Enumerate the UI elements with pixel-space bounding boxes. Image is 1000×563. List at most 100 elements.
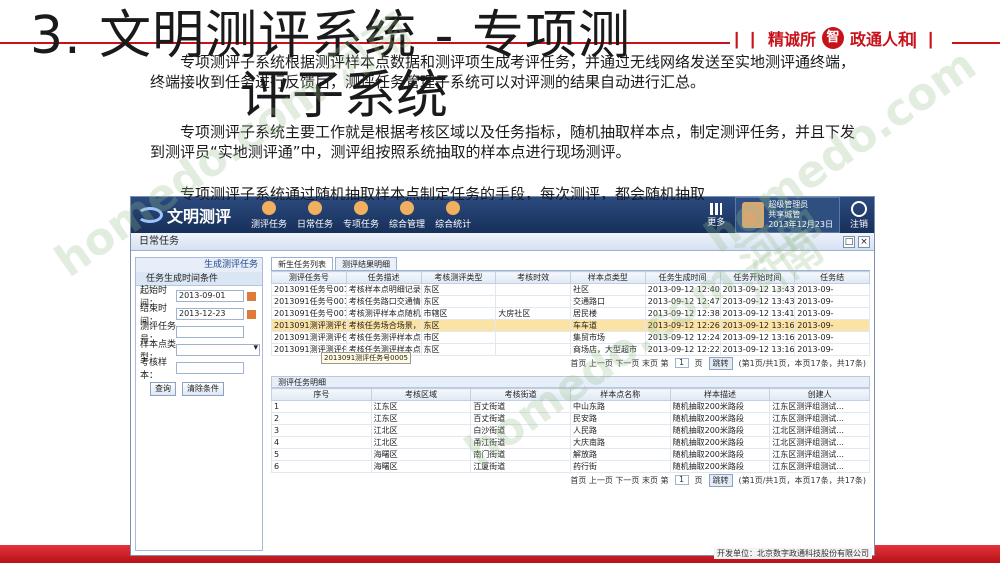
pager-links[interactable]: 首页 上一页 下一页 末页 第 bbox=[570, 358, 668, 369]
table-cell: 大庆南路 bbox=[569, 436, 671, 449]
tab-new-tasks[interactable]: 新生任务列表 bbox=[271, 257, 333, 270]
table-cell: 南门街道 bbox=[470, 448, 571, 461]
tab-results[interactable]: 测评结果明细 bbox=[335, 257, 397, 270]
table-cell: 东区 bbox=[420, 295, 497, 308]
table-cell: 随机抽取200米路段 bbox=[669, 400, 771, 413]
table-cell: 百丈街道 bbox=[470, 400, 571, 413]
logout-button[interactable]: 注销 bbox=[849, 200, 868, 230]
table-cell: 2013-09-12 13:41:10 bbox=[719, 307, 796, 320]
sample-name-field[interactable] bbox=[176, 362, 244, 374]
column-header[interactable]: 样本点类型 bbox=[570, 271, 646, 284]
table-cell bbox=[495, 319, 571, 332]
table-cell: 集贸市场 bbox=[570, 331, 646, 344]
column-header[interactable]: 考核区域 bbox=[370, 388, 472, 401]
go-button[interactable]: 跳转 bbox=[708, 356, 733, 370]
maximize-icon[interactable]: □ bbox=[843, 236, 855, 248]
table-cell: 考核任务测评样本点，每个样本 bbox=[345, 331, 422, 344]
table-cell bbox=[495, 331, 571, 344]
table-cell: 2013-09- bbox=[794, 319, 870, 332]
end-date-field[interactable]: 2013-12-23 bbox=[176, 308, 244, 320]
nav-item-1[interactable]: 日常任务 bbox=[297, 200, 333, 230]
name-row: 考核样本： bbox=[136, 358, 262, 381]
nav-item-4[interactable]: 综合统计 bbox=[435, 200, 471, 230]
table-cell: 民安路 bbox=[569, 412, 671, 425]
person-icon bbox=[308, 200, 323, 215]
table-row[interactable]: 2 江东区 百丈街道 民安路 随机抽取200米路段 江东区测评组测试... bbox=[271, 412, 870, 425]
table-cell: 2013-09-12 13:16:12 bbox=[719, 331, 796, 344]
nav-label: 专项任务 bbox=[343, 219, 380, 230]
page-input[interactable]: 1 bbox=[674, 475, 689, 485]
column-header[interactable]: 样本描述 bbox=[669, 388, 771, 401]
table-cell: 2013091任务号0018 bbox=[271, 283, 347, 296]
page-input[interactable]: 1 bbox=[674, 358, 689, 368]
clear-button[interactable]: 清除条件 bbox=[182, 382, 224, 396]
column-header[interactable]: 考核时效 bbox=[495, 271, 571, 284]
slide-title: 3. 文明测评系统 - 专项测 bbox=[30, 6, 631, 66]
table-cell: 随机抽取200米路段 bbox=[669, 412, 771, 425]
start-date-field[interactable]: 2013-09-01 bbox=[176, 290, 244, 302]
page-suffix: 页 bbox=[694, 358, 703, 368]
table-row[interactable]: 2013091任务号0018 考核样本点明细记录 东区 社区 2013-09-12 12… bbox=[271, 283, 870, 296]
table-cell: 2013-09-12 12:22:20 bbox=[644, 343, 721, 356]
table-cell: 2013-09- bbox=[794, 283, 870, 296]
table-cell: 社区 bbox=[570, 283, 646, 296]
sample-type-select[interactable] bbox=[176, 343, 260, 356]
table-cell: 江北区 bbox=[370, 436, 472, 449]
table-row[interactable]: 4 江北区 甬江街道 大庆南路 随机抽取200米路段 江北区测评组测试... bbox=[271, 436, 870, 449]
pager-links[interactable]: 首页 上一页 下一页 末页 第 bbox=[570, 475, 668, 486]
column-header[interactable]: 创建人 bbox=[769, 388, 870, 401]
table-row[interactable]: 2013091任务号0014考核测评样本点随机抽取市辖区大房社区居民楼2013-… bbox=[271, 307, 870, 320]
close-icon[interactable]: × bbox=[858, 236, 870, 248]
table-cell: 市辖区 bbox=[420, 307, 497, 320]
table-row[interactable]: 2013091测评测评任考核任务场合场景，每个样本点东区车车道2013-09-1… bbox=[271, 319, 870, 332]
table-cell: 江北区 bbox=[370, 424, 472, 437]
table-row[interactable]: 3 江北区 白沙街道 人民路 随机抽取200米路段 江北区测评组测试... bbox=[271, 424, 870, 437]
query-button[interactable]: 查询 bbox=[150, 382, 176, 396]
column-header[interactable]: 序号 bbox=[271, 388, 372, 401]
column-header[interactable]: 任务开始时间 bbox=[719, 271, 796, 284]
app-logo: 文明测评 bbox=[137, 203, 237, 227]
table-cell: 2013-09-12 13:16:12 bbox=[719, 319, 796, 332]
nav-item-2[interactable]: 专项任务 bbox=[343, 200, 380, 230]
nav-item-0[interactable]: 测评任务 bbox=[251, 200, 288, 230]
column-header[interactable]: 任务生成时间 bbox=[644, 271, 721, 284]
column-header[interactable]: 测评任务号 bbox=[271, 271, 347, 284]
slide: 3. 文明测评系统 - 专项测 评子系统 ⎸⎸精诚所 智 政通人和⎸⎸ 专项测评… bbox=[0, 0, 1000, 563]
logout-label: 注销 bbox=[849, 219, 868, 230]
nav-item-3[interactable]: 综合管理 bbox=[389, 200, 425, 230]
calendar-icon[interactable] bbox=[247, 291, 256, 301]
table-cell: 随机抽取200米路段 bbox=[669, 436, 771, 449]
person-icon bbox=[354, 200, 369, 215]
task-no-field[interactable] bbox=[176, 326, 244, 338]
table-cell: 东区 bbox=[420, 283, 497, 296]
footer-credit: 开发单位：北京数字政通科技股份有限公司 bbox=[714, 548, 872, 559]
table-cell: 2013-09- bbox=[794, 331, 870, 344]
table-row[interactable]: 2013091测评测评任考核任务测评样本点，每个样本市区集贸市场2013-09-… bbox=[271, 331, 870, 344]
generate-task-link[interactable]: 生成测评任务 bbox=[136, 258, 262, 272]
table-cell: 2013091测评测评任 bbox=[271, 319, 347, 332]
avatar bbox=[742, 202, 765, 228]
column-header[interactable]: 任务描述 bbox=[345, 271, 422, 284]
table-row[interactable]: 5 海曙区 南门街道 解放路 随机抽取200米路段 江东区测评组测试... bbox=[271, 448, 870, 461]
table-cell: 药行街 bbox=[569, 460, 671, 473]
column-header[interactable]: 样本点名称 bbox=[569, 388, 671, 401]
table-cell: 6 bbox=[271, 460, 372, 473]
app-window: 文明测评 测评任务 日常任务 专项任务 综合管理 综合统计 更多 超级管理员 共享城管 … bbox=[130, 196, 875, 556]
table-row[interactable]: 1 江东区 百丈街道 中山东路 随机抽取200米路段 江东区测评组测试... bbox=[271, 400, 870, 413]
calendar-icon[interactable] bbox=[247, 309, 256, 319]
table-row[interactable]: 6 海曙区 江厦街道 药行街 随机抽取200米路段 江东区测评组测试... bbox=[271, 460, 870, 473]
go-button[interactable]: 跳转 bbox=[708, 473, 733, 487]
person-icon bbox=[400, 200, 415, 215]
column-header[interactable]: 考核测评类型 bbox=[420, 271, 497, 284]
table-row[interactable]: 2013091任务号0015 考核任务路口交通情况 东区 交通路口 2013-09-12… bbox=[271, 295, 870, 308]
table-cell: 考核样本点明细记录 bbox=[345, 283, 422, 296]
column-header[interactable]: 任务结 bbox=[794, 271, 870, 284]
table-cell: 车车道 bbox=[570, 319, 646, 332]
paragraph-3: 专项测评子系统通过随机抽取样本点制定任务的手段，每次测评，都会随机抽取 bbox=[180, 185, 706, 200]
more-button[interactable]: 更多 bbox=[707, 202, 725, 228]
nav-label: 测评任务 bbox=[251, 219, 288, 230]
column-header[interactable]: 考核街道 bbox=[470, 388, 571, 401]
table-cell: 考核测评样本点随机抽取 bbox=[345, 307, 422, 320]
table-cell: 人民路 bbox=[569, 424, 671, 437]
table-cell: 中山东路 bbox=[569, 400, 671, 413]
